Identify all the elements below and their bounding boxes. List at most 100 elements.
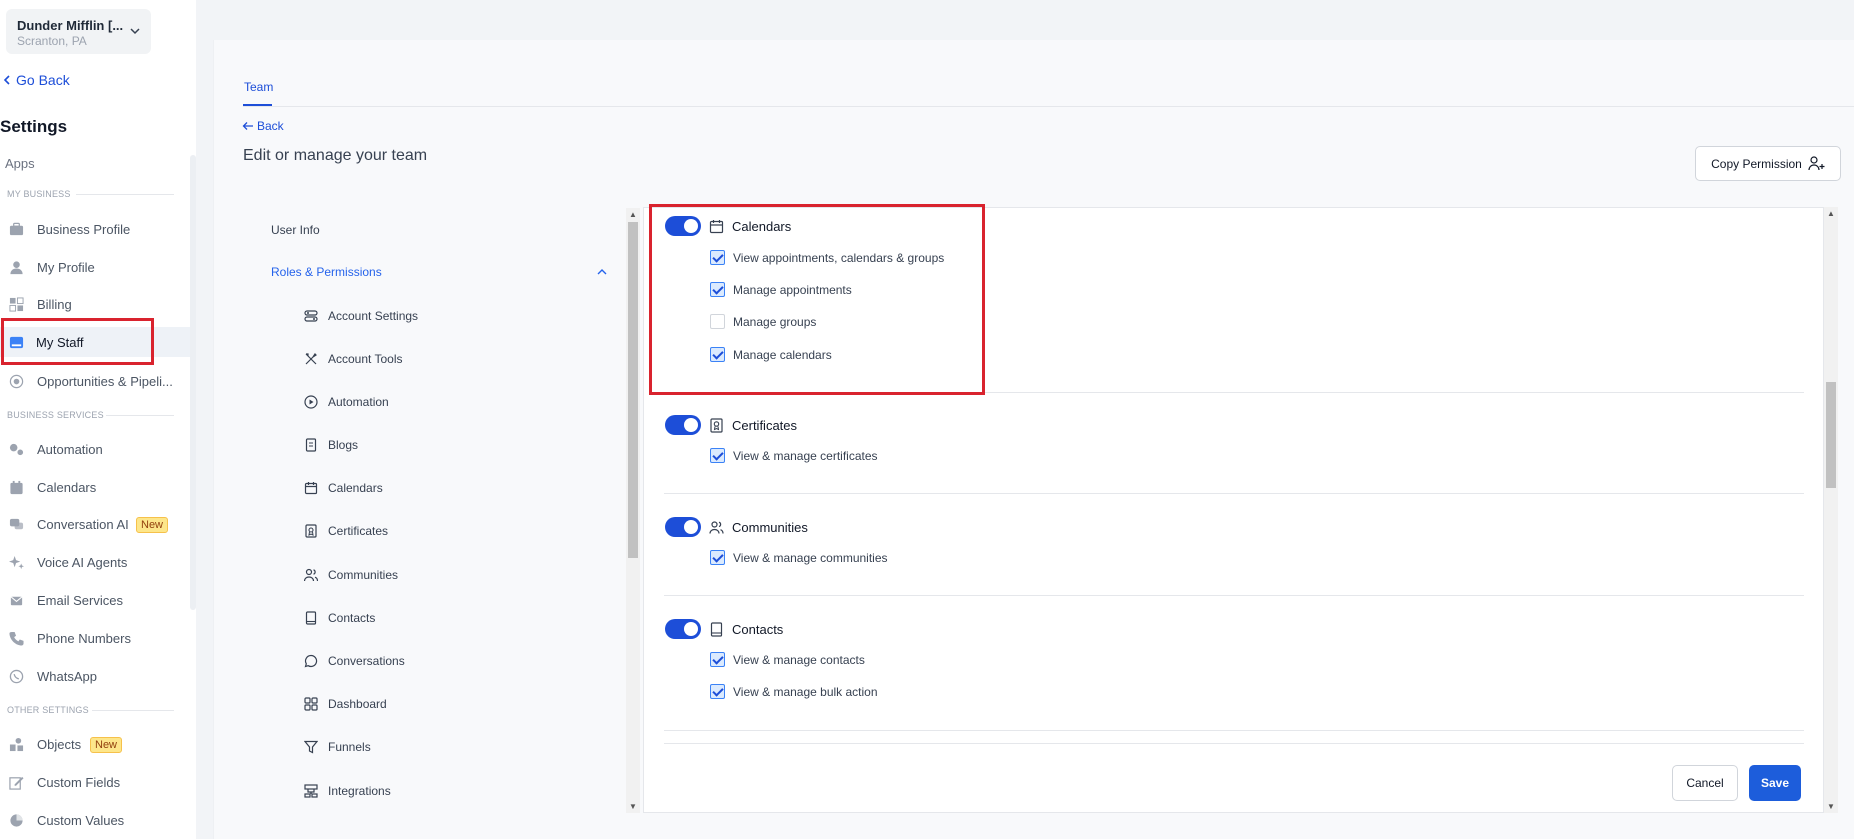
permission-item[interactable]: View & manage contacts (710, 652, 865, 667)
sidebar-item-whatsapp[interactable]: WhatsApp (0, 661, 190, 691)
subnav-contacts[interactable]: Contacts (304, 611, 375, 625)
briefcase-icon (9, 222, 24, 236)
sidebar-item-voice-ai-agents[interactable]: Voice AI Agents (0, 547, 190, 577)
back-link[interactable]: Back (242, 119, 284, 133)
dashboard-icon (304, 697, 318, 711)
tools-icon (305, 353, 317, 365)
permission-label: View & manage bulk action (733, 684, 878, 699)
chevron-up-icon[interactable] (596, 266, 608, 278)
subnav-user-info[interactable]: User Info (271, 223, 320, 237)
subnav-communities[interactable]: Communities (304, 568, 398, 582)
contacts-toggle[interactable] (665, 619, 701, 639)
checkbox[interactable] (710, 684, 725, 699)
sparkle-icon (9, 555, 24, 570)
sidebar-item-phone-numbers[interactable]: Phone Numbers (0, 623, 190, 653)
sidebar-item-label: Phone Numbers (37, 631, 131, 646)
checkbox[interactable] (710, 550, 725, 565)
subnav-account-tools[interactable]: Account Tools (304, 352, 403, 366)
scroll-thumb[interactable] (1826, 382, 1836, 488)
scroll-down-arrow[interactable]: ▼ (1827, 802, 1835, 811)
location-switcher[interactable]: Dunder Mifflin [... Scranton, PA (6, 9, 151, 54)
subnav-calendars[interactable]: Calendars (304, 481, 383, 495)
sidebar-item-billing[interactable]: Billing (0, 289, 190, 319)
subnav-label: Account Settings (328, 309, 419, 323)
scroll-up-arrow[interactable]: ▲ (629, 210, 637, 219)
sidebar-item-label: Calendars (37, 480, 97, 495)
communities-toggle[interactable] (665, 517, 701, 537)
scroll-thumb[interactable] (628, 222, 638, 558)
edit-icon (9, 776, 24, 790)
sidebar-item-custom-values[interactable]: Custom Values (0, 805, 190, 835)
permission-item[interactable]: View & manage communities (710, 550, 888, 565)
sidebar-item-label: Conversation AI (37, 517, 129, 532)
book-icon (305, 611, 317, 625)
copy-permission-label: Copy Permission (1711, 156, 1802, 171)
back-label: Back (257, 119, 284, 133)
subnav-label: Communities (328, 568, 399, 582)
sidebar-item-custom-fields[interactable]: Custom Fields (0, 767, 190, 797)
tab-team[interactable]: Team (244, 80, 273, 94)
play-circle-icon (304, 395, 318, 409)
sidebar-item-opportunities[interactable]: Opportunities & Pipeli... (0, 366, 190, 396)
document-icon (305, 438, 317, 452)
sidebar-scrollbar[interactable] (190, 155, 196, 610)
section-label: MY BUSINESS (7, 189, 71, 199)
book-icon (710, 621, 723, 637)
highlight-box (649, 204, 985, 395)
subnav-blogs[interactable]: Blogs (304, 438, 358, 452)
subnav-automation[interactable]: Automation (304, 395, 389, 409)
chat-icon (9, 518, 24, 530)
checkbox[interactable] (710, 652, 725, 667)
sidebar-item-objects[interactable]: Objects New (0, 729, 190, 759)
apps-link[interactable]: Apps (5, 156, 35, 171)
highlight-box (1, 318, 154, 365)
cancel-button[interactable]: Cancel (1672, 765, 1738, 801)
subnav-scrollbar[interactable]: ▲ ▼ (626, 208, 640, 813)
subnav-integrations[interactable]: Integrations (304, 784, 391, 798)
subnav-account-settings[interactable]: Account Settings (304, 309, 418, 323)
sidebar-item-conversation-ai[interactable]: Conversation AI New (0, 509, 190, 539)
certificates-toggle[interactable] (665, 415, 701, 435)
sidebar-item-calendars[interactable]: Calendars (0, 472, 190, 502)
group-divider (664, 493, 1804, 494)
subnav-dashboard[interactable]: Dashboard (304, 697, 387, 711)
subnav-conversations[interactable]: Conversations (304, 654, 405, 668)
permission-label: View & manage communities (733, 550, 888, 565)
scroll-down-arrow[interactable]: ▼ (629, 802, 637, 811)
section-label: OTHER SETTINGS (7, 705, 89, 715)
sidebar-item-business-profile[interactable]: Business Profile (0, 214, 190, 244)
scroll-up-arrow[interactable]: ▲ (1827, 209, 1835, 218)
sidebar-item-automation[interactable]: Automation (0, 434, 190, 464)
chevron-left-icon (3, 75, 10, 85)
sidebar-item-my-profile[interactable]: My Profile (0, 252, 190, 282)
objects-icon (9, 737, 24, 752)
subnav-funnels[interactable]: Funnels (304, 740, 371, 754)
save-button[interactable]: Save (1749, 765, 1801, 801)
permission-label: View & manage contacts (733, 652, 865, 667)
subnav-label: Blogs (328, 438, 359, 452)
sidebar-item-email-services[interactable]: Email Services (0, 585, 190, 615)
subnav-label: Automation (328, 395, 389, 409)
subnav-certificates[interactable]: Certificates (304, 524, 388, 538)
subnav-label: Conversations (328, 654, 405, 668)
chevron-down-icon (130, 28, 140, 35)
grid-icon (9, 297, 24, 312)
sidebar-item-label: Opportunities & Pipeli... (37, 374, 173, 389)
subnav-label: Integrations (328, 784, 391, 798)
group-title: Certificates (732, 417, 798, 433)
subnav-label: Contacts (328, 611, 376, 625)
copy-permission-button[interactable]: Copy Permission (1695, 146, 1841, 181)
certificate-icon (305, 524, 317, 538)
go-back-link[interactable]: Go Back (2, 72, 70, 88)
go-back-label: Go Back (16, 72, 70, 88)
sidebar-item-label: Custom Fields (37, 775, 121, 790)
checkbox[interactable] (710, 448, 725, 463)
permissions-scrollbar[interactable]: ▲ ▼ (1824, 207, 1838, 813)
permission-item[interactable]: View & manage bulk action (710, 684, 878, 699)
permission-item[interactable]: View & manage certificates (710, 448, 878, 463)
tabs-divider (243, 106, 1854, 107)
sidebar-item-label: Voice AI Agents (37, 555, 128, 570)
subnav-roles-permissions[interactable]: Roles & Permissions (271, 265, 382, 279)
group-divider (664, 595, 1804, 596)
phone-icon (9, 631, 24, 646)
